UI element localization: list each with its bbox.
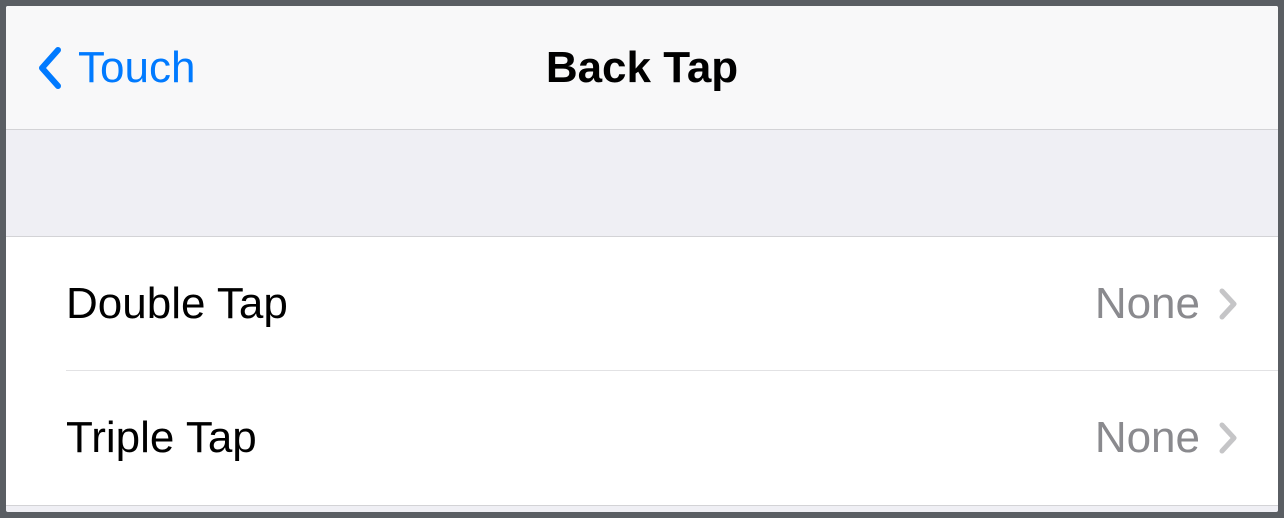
chevron-right-icon: [1218, 287, 1238, 321]
navigation-bar: Touch Back Tap: [6, 6, 1278, 130]
chevron-right-icon: [1218, 421, 1238, 455]
row-value: None: [1095, 413, 1200, 463]
back-button[interactable]: Touch: [6, 43, 195, 93]
row-label: Double Tap: [66, 279, 1095, 329]
section-spacer: [6, 130, 1278, 236]
settings-list: Double Tap None Triple Tap None: [6, 236, 1278, 505]
settings-screen: Touch Back Tap Double Tap None Triple Ta…: [6, 6, 1278, 512]
back-label: Touch: [78, 43, 195, 93]
chevron-left-icon: [36, 46, 64, 90]
row-label: Triple Tap: [66, 413, 1095, 463]
row-value: None: [1095, 279, 1200, 329]
double-tap-row[interactable]: Double Tap None: [6, 237, 1278, 371]
page-title: Back Tap: [546, 43, 738, 93]
triple-tap-row[interactable]: Triple Tap None: [6, 371, 1278, 505]
bottom-border: [6, 505, 1278, 506]
